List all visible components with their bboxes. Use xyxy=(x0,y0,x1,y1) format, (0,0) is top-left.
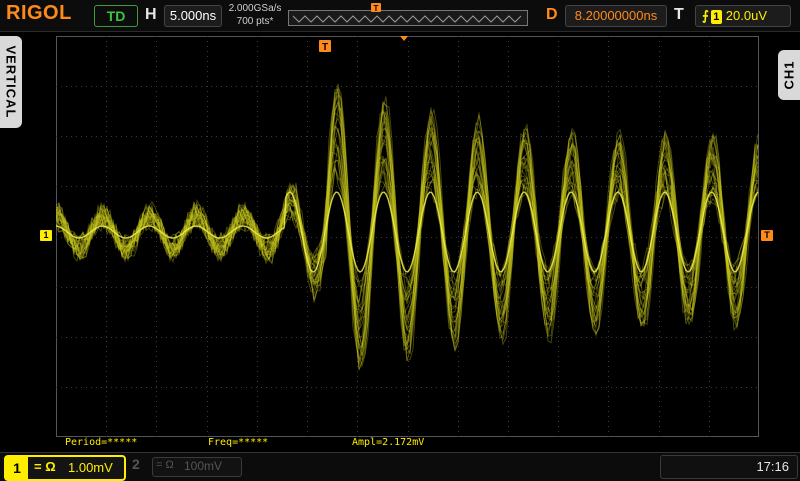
trigger-level: 20.0uV xyxy=(725,8,767,23)
brand-logo: RIGOL xyxy=(6,2,72,24)
ch1-offset-marker[interactable]: 1 xyxy=(40,230,52,241)
timebase-label: H xyxy=(145,6,157,23)
sample-rate: 2.000GSa/s xyxy=(228,3,282,14)
svg-text:T: T xyxy=(374,4,379,13)
system-clock: 17:16 xyxy=(756,459,789,474)
ch1-number: 1 xyxy=(6,457,28,479)
trigger-settings[interactable]: ⨍ 1 20.0uV xyxy=(695,5,791,27)
measurement-amplitude: Ampl=2.172mV xyxy=(352,437,425,448)
ch1-menu-tab[interactable]: CH1 xyxy=(778,50,800,100)
timebase-scale[interactable]: 5.000ns xyxy=(164,5,222,27)
vertical-menu-tab[interactable]: VERTICAL xyxy=(0,36,22,128)
trigger-position-marker-icon[interactable]: T xyxy=(319,40,331,53)
trigger-source-chip: 1 xyxy=(710,9,722,24)
ch2-status-button[interactable]: 2 = Ω 100mV xyxy=(126,455,242,479)
measurement-period: Period=***** xyxy=(65,437,138,448)
ch2-vertical-scale: 100mV xyxy=(184,459,223,473)
ch2-coupling-icon: = Ω xyxy=(156,459,174,471)
trigger-level-marker[interactable]: T xyxy=(761,230,773,241)
memory-depth: 700 pts* xyxy=(236,16,274,27)
memory-trigger-marker-icon: T xyxy=(371,3,381,13)
dc-coupling-ohm-icon: = Ω xyxy=(34,459,56,474)
ch2-number: 2 xyxy=(132,456,140,472)
run-status-badge[interactable]: TD xyxy=(94,5,138,27)
vertical-tab-label: VERTICAL xyxy=(3,45,19,119)
oscilloscope-display[interactable]: T xyxy=(56,36,759,437)
trigger-label: T xyxy=(674,6,684,23)
memory-overview-strip xyxy=(288,10,528,26)
measurement-frequency: Freq=***** xyxy=(208,437,269,448)
ch1-tab-label: CH1 xyxy=(781,60,797,90)
ch1-vertical-scale: 1.00mV xyxy=(68,460,113,475)
horizontal-delay[interactable]: 8.20000000ns xyxy=(565,5,667,27)
svg-text:T: T xyxy=(322,42,328,53)
clock-panel: 17:16 xyxy=(660,455,798,479)
rising-edge-icon: ⨍ xyxy=(702,8,709,23)
ch1-status-button[interactable]: 1 = Ω 1.00mV xyxy=(4,455,126,481)
memory-waveform-preview xyxy=(292,15,522,23)
delay-label: D xyxy=(546,6,558,23)
measurement-row: Period=***** Freq=***** Ampl=2.172mV xyxy=(56,437,759,451)
